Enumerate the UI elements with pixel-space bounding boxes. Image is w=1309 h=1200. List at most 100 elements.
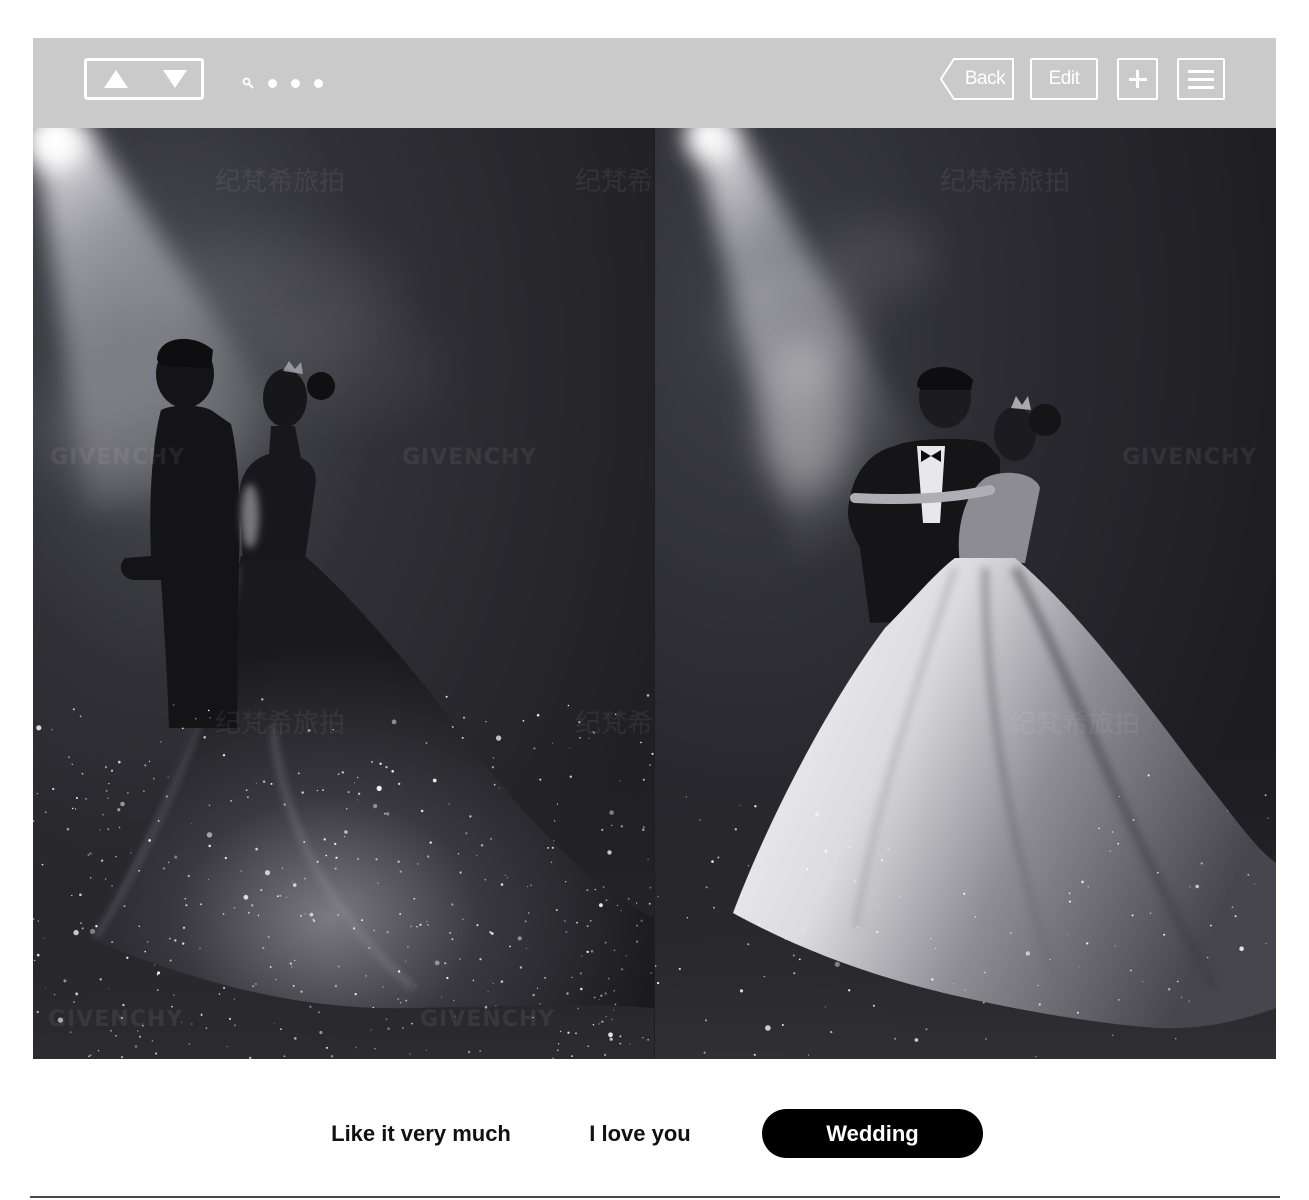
sparkle <box>914 1038 919 1042</box>
sparkle <box>79 715 82 718</box>
sparkle <box>409 1053 411 1055</box>
search-icon[interactable] <box>242 77 254 89</box>
sparkle <box>985 1038 987 1040</box>
sparkle <box>640 741 642 744</box>
sparkle <box>857 926 859 928</box>
sparkle <box>551 846 554 849</box>
sparkle <box>379 762 382 765</box>
sparkle <box>589 920 592 922</box>
sparkle <box>400 1002 402 1004</box>
tab-wedding[interactable]: Wedding <box>762 1109 983 1158</box>
sparkle <box>747 943 750 946</box>
sparkle <box>233 906 236 909</box>
sparkle <box>1118 795 1120 798</box>
watermark-cn: 纪梵希旅拍 <box>575 167 654 197</box>
add-button[interactable] <box>1117 58 1158 100</box>
sparkle <box>134 1045 138 1048</box>
sparkle <box>808 1054 810 1056</box>
sparkle <box>1210 924 1212 927</box>
previous-button[interactable] <box>87 61 144 97</box>
menu-button[interactable] <box>1177 58 1225 100</box>
sparkle <box>444 962 447 965</box>
sparkle <box>600 994 603 997</box>
sparkle <box>75 992 79 996</box>
sparkle <box>312 918 315 921</box>
sparkle <box>607 977 610 980</box>
sparkle <box>564 920 566 922</box>
sparkle <box>99 829 101 831</box>
wedding-photo-right[interactable]: 纪梵希旅拍 GIVENCHY 纪梵希旅拍 <box>655 128 1276 1059</box>
sparkle <box>765 1025 771 1031</box>
sparkle <box>75 808 77 810</box>
page-dot[interactable] <box>267 78 277 88</box>
sparkle <box>880 859 884 862</box>
sparkle <box>279 894 282 897</box>
sparkle <box>569 747 571 749</box>
sparkle <box>457 853 460 855</box>
sparkle <box>148 839 151 842</box>
sparkle <box>89 877 92 879</box>
sparkle <box>335 856 338 859</box>
sparkle <box>649 886 652 889</box>
sparkle <box>108 988 110 990</box>
sparkle <box>95 925 98 928</box>
edit-button[interactable]: Edit <box>1030 58 1098 100</box>
sparkle <box>208 804 211 807</box>
back-button[interactable]: Back <box>940 58 1014 100</box>
next-button[interactable] <box>149 61 201 97</box>
sparkle <box>144 950 146 953</box>
sparkle <box>377 882 379 884</box>
sparkle <box>1098 827 1100 830</box>
sparkle <box>848 846 851 848</box>
page-dot[interactable] <box>290 78 300 88</box>
sparkle <box>1129 969 1132 972</box>
sparkle <box>550 861 552 863</box>
sparkle <box>120 801 125 807</box>
sparkle <box>273 1023 275 1025</box>
page-dot[interactable] <box>313 78 323 88</box>
sparkle <box>105 789 108 792</box>
sparkle <box>686 916 689 919</box>
tab-i-love-you[interactable]: I love you <box>560 1109 720 1158</box>
sparkle <box>309 1005 312 1008</box>
sparkle <box>627 898 630 900</box>
sparkle <box>604 1053 607 1056</box>
sparkle <box>34 959 36 962</box>
sparkle <box>346 808 348 810</box>
sparkle <box>1231 906 1234 908</box>
sparkle <box>410 925 412 927</box>
sparkle <box>222 913 225 915</box>
sparkle <box>547 847 549 849</box>
sparkle <box>801 927 804 930</box>
sparkle <box>138 870 140 872</box>
sparkle <box>167 776 169 778</box>
sparkle <box>590 950 594 953</box>
sparkle <box>953 983 955 985</box>
sparkle <box>341 771 344 774</box>
sparkle <box>291 881 293 883</box>
sparkle <box>117 808 121 812</box>
sparkle <box>104 765 108 769</box>
wedding-photo-left[interactable]: 纪梵希旅拍 纪梵希旅拍 GIVENCHY GIVENCHY 纪梵希旅拍 纪梵希旅… <box>33 128 654 1059</box>
sparkle <box>43 937 45 939</box>
sparkle <box>613 989 616 992</box>
sparkle <box>357 776 359 779</box>
nav-arrows-group <box>84 58 204 100</box>
sparkle <box>319 1030 323 1035</box>
sparkle <box>792 954 795 957</box>
sparkle <box>291 966 293 968</box>
sparkle <box>472 979 475 982</box>
photo-couple-back-to-back: 纪梵希旅拍 纪梵希旅拍 GIVENCHY GIVENCHY 纪梵希旅拍 纪梵希旅… <box>33 128 654 1059</box>
sparkle <box>90 853 92 855</box>
sparkle <box>37 920 39 922</box>
sparkle <box>88 1055 91 1058</box>
sparkle <box>565 930 568 933</box>
sparkle <box>609 810 614 815</box>
tab-like-it-very-much[interactable]: Like it very much <box>300 1109 542 1158</box>
sparkle <box>1049 958 1051 961</box>
sparkle <box>130 852 132 854</box>
sparkle <box>108 782 110 785</box>
sparkle <box>203 736 206 739</box>
sparkle <box>620 968 624 971</box>
sparkle <box>703 1051 706 1054</box>
